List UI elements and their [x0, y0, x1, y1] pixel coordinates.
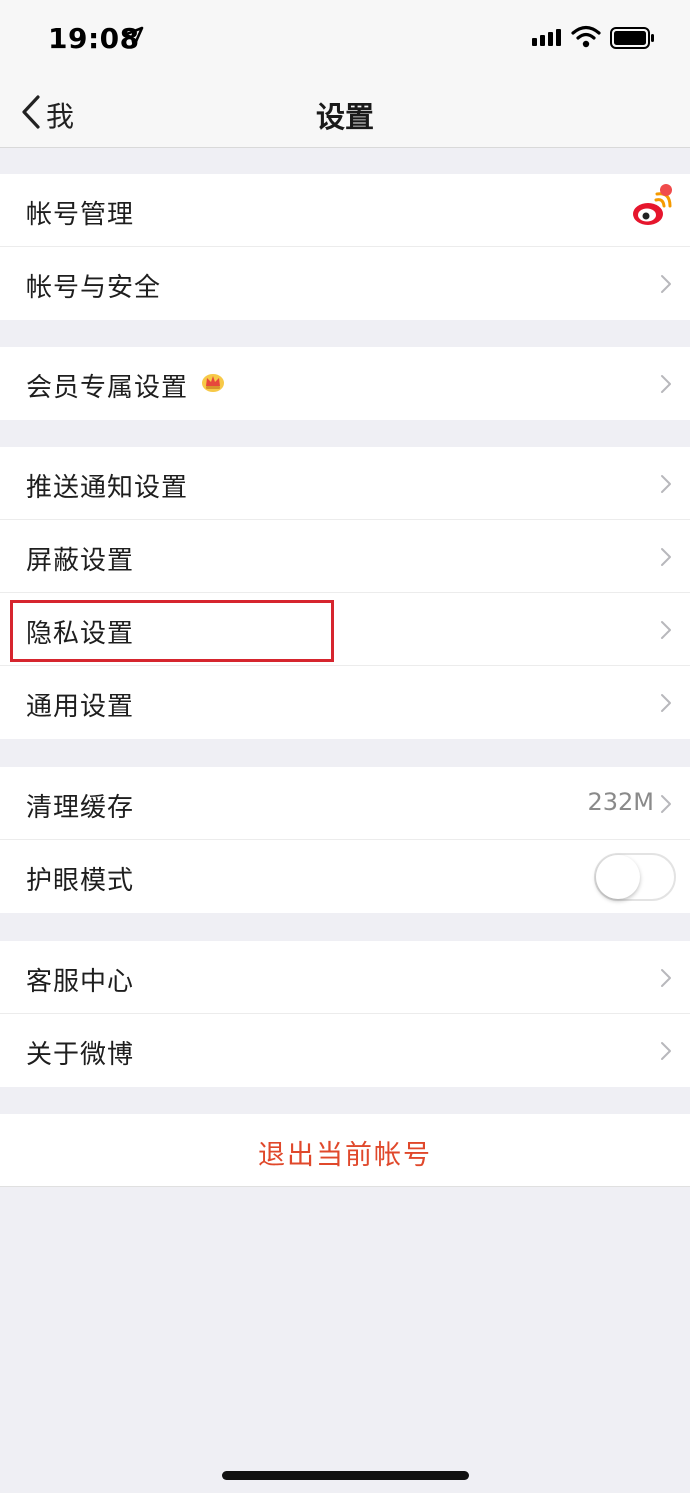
wifi-icon — [571, 25, 601, 48]
signal-bars-icon — [532, 29, 561, 46]
block-settings-row[interactable]: 屏蔽设置 — [0, 520, 690, 593]
chevron-right-icon — [661, 548, 671, 566]
chevron-right-icon — [661, 969, 671, 987]
clear-cache-label: 清理缓存 — [26, 793, 135, 823]
about-group: 客服中心 关于微博 — [0, 941, 690, 1087]
eye-mode-row: 护眼模式 — [0, 840, 690, 913]
location-arrow-icon — [122, 26, 144, 48]
service-center-row[interactable]: 客服中心 — [0, 941, 690, 1014]
common-settings-label: 通用设置 — [26, 692, 135, 722]
crown-icon — [202, 374, 224, 392]
cache-size-value: 232M — [587, 788, 654, 816]
weibo-logo-icon — [633, 184, 672, 225]
block-settings-label: 屏蔽设置 — [26, 546, 135, 576]
general-group: 推送通知设置 屏蔽设置 隐私设置 通用设置 — [0, 447, 690, 739]
service-center-label: 客服中心 — [26, 967, 135, 997]
account-group: 帐号管理 帐号与安全 — [0, 174, 690, 320]
chevron-right-icon — [661, 795, 671, 813]
logout-group: 退出当前帐号 — [0, 1114, 690, 1187]
clear-cache-row[interactable]: 清理缓存 232M — [0, 767, 690, 840]
storage-group: 清理缓存 232M 护眼模式 — [0, 767, 690, 913]
logout-button[interactable]: 退出当前帐号 — [0, 1133, 690, 1172]
eye-mode-toggle[interactable] — [594, 853, 676, 901]
navigation-bar: 我 设置 — [0, 76, 690, 148]
account-security-label: 帐号与安全 — [26, 273, 162, 303]
chevron-right-icon — [661, 694, 671, 712]
chevron-right-icon — [661, 375, 671, 393]
battery-icon — [610, 27, 654, 49]
about-weibo-label: 关于微博 — [26, 1040, 135, 1070]
account-manage-label: 帐号管理 — [26, 200, 135, 230]
vip-settings-label: 会员专属设置 — [26, 373, 189, 403]
common-settings-row[interactable]: 通用设置 — [0, 666, 690, 739]
page-title: 设置 — [315, 100, 374, 134]
push-settings-label: 推送通知设置 — [26, 473, 189, 503]
status-bar: 19:08 — [0, 0, 690, 76]
toggle-knob — [596, 855, 640, 899]
chevron-right-icon — [661, 1042, 671, 1060]
eye-mode-label: 护眼模式 — [26, 866, 135, 896]
chevron-right-icon — [661, 621, 671, 639]
chevron-right-icon — [661, 475, 671, 493]
account-security-row[interactable]: 帐号与安全 — [0, 247, 690, 320]
home-indicator — [222, 1471, 469, 1480]
chevron-right-icon — [661, 275, 671, 293]
privacy-highlight-box — [10, 600, 334, 662]
account-manage-row[interactable]: 帐号管理 — [0, 174, 690, 247]
vip-settings-row[interactable]: 会员专属设置 — [0, 347, 690, 420]
push-settings-row[interactable]: 推送通知设置 — [0, 447, 690, 520]
about-weibo-row[interactable]: 关于微博 — [0, 1014, 690, 1087]
vip-group: 会员专属设置 — [0, 347, 690, 420]
